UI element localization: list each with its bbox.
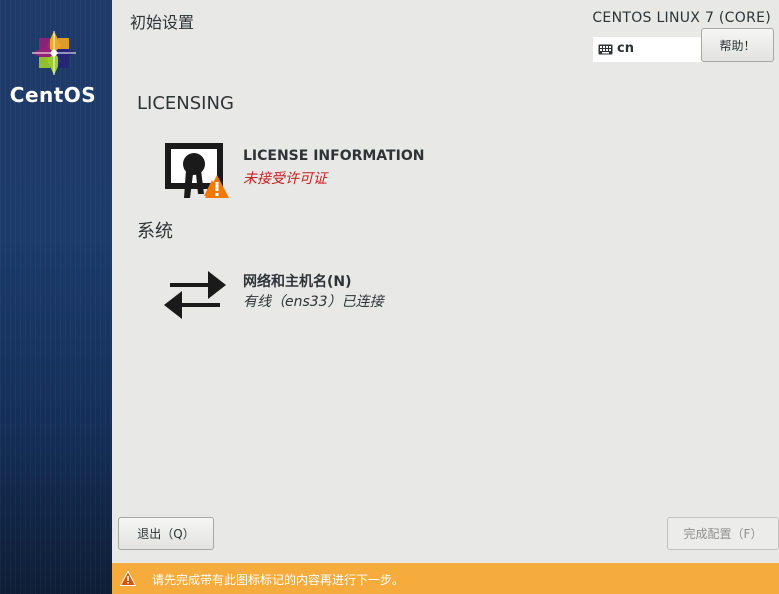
warning-bar: 请先完成带有此图标标记的内容再进行下一步。 [112,563,779,594]
keyboard-icon [598,44,613,55]
finish-configuration-button[interactable]: 完成配置（F） [667,517,779,550]
centos-logo-icon [32,31,76,75]
spoke-title: 网络和主机名(N) [243,274,352,290]
page-title: 初始设置 [130,13,195,32]
product-title: CENTOS LINUX 7 (CORE) [592,10,771,26]
keyboard-layout-label: cn [617,41,634,56]
section-heading-licensing: LICENSING [137,93,234,114]
section-heading-system: 系统 [137,221,173,242]
spoke-status: 未接受许可证 [243,171,327,187]
spoke-status: 有线（ens33）已连接 [243,294,384,310]
spoke-network-hostname[interactable]: 网络和主机名(N) 有线（ens33）已连接 [160,265,580,325]
network-arrows-icon [164,271,226,319]
sidebar: CentOS [0,0,112,594]
spoke-license-information[interactable]: LICENSE INFORMATION 未接受许可证 [160,142,580,202]
warning-triangle-icon [120,571,136,586]
centos-logo-text: CentOS [9,83,97,107]
license-warning-icon [165,143,229,198]
main-panel: 初始设置 CENTOS LINUX 7 (CORE) cn 帮助！ LICENS… [112,0,779,594]
keyboard-layout-indicator[interactable]: cn [593,37,703,62]
spoke-title: LICENSE INFORMATION [243,148,425,164]
quit-button[interactable]: 退出（Q） [118,517,214,550]
warning-text: 请先完成带有此图标标记的内容再进行下一步。 [152,573,405,587]
help-button[interactable]: 帮助！ [701,28,774,62]
